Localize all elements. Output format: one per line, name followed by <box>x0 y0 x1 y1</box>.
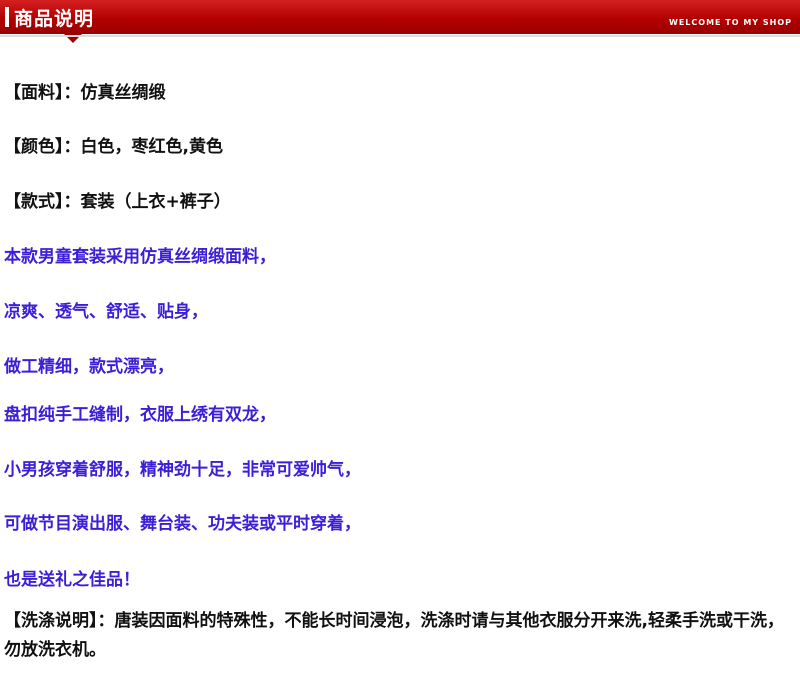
spec-style: 【款式】：套装（上衣+裤子） <box>4 192 231 212</box>
description-line: 可做节目演出服、舞台装、功夫装或平时穿着， <box>4 514 361 534</box>
description-line: 本款男童套装采用仿真丝绸缎面料， <box>4 247 276 267</box>
description-line: 小男孩穿着舒服，精神劲十足，非常可爱帅气， <box>4 460 361 480</box>
description-line: 盘扣纯手工缝制，衣服上绣有双龙， <box>4 405 276 425</box>
spec-color: 【颜色】：白色，枣红色,黄色 <box>4 137 223 157</box>
section-header: 商品说明 WELCOME TO MY SHOP <box>0 0 800 34</box>
spec-fabric: 【面料】：仿真丝绸缎 <box>4 83 166 103</box>
description-line: 也是送礼之佳品！ <box>4 570 140 590</box>
header-accent-bar <box>5 7 9 27</box>
description-line: 做工精细，款式漂亮， <box>4 357 174 377</box>
shop-tagline: WELCOME TO MY SHOP <box>669 18 792 27</box>
washing-instructions: 【洗涤说明】：唐装因面料的特殊性，不能长时间浸泡，洗涤时请与其他衣服分开来洗,轻… <box>4 611 784 660</box>
description-line: 凉爽、透气、舒适、贴身， <box>4 302 208 322</box>
section-title: 商品说明 <box>14 8 95 30</box>
header-divider <box>0 35 800 37</box>
